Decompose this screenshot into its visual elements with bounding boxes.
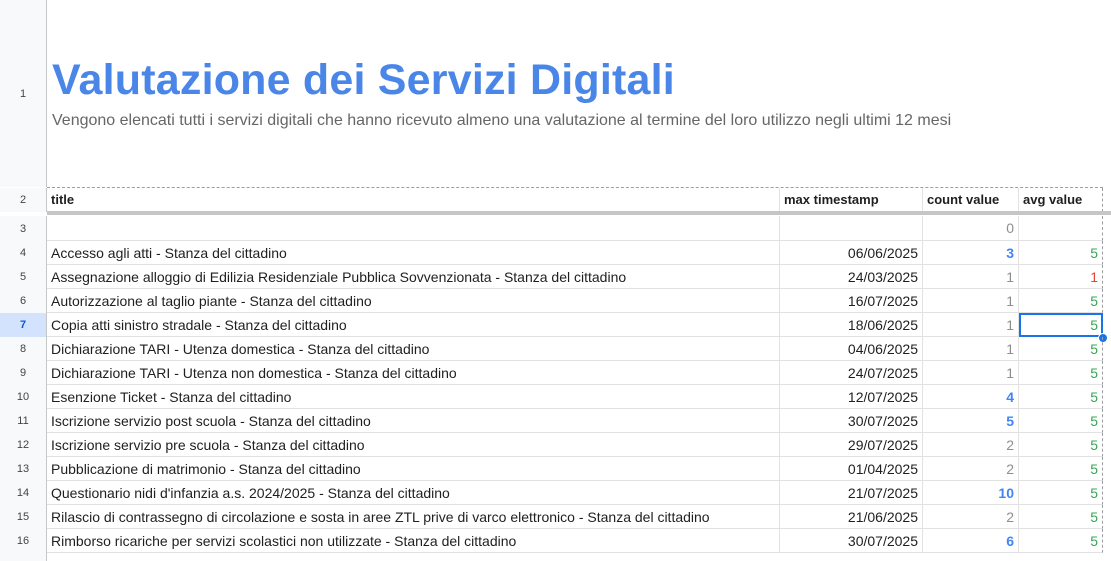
- row-header-12[interactable]: 12: [0, 433, 47, 457]
- cell-count[interactable]: 2: [923, 433, 1019, 457]
- title-cell[interactable]: Valutazione dei Servizi Digitali Vengono…: [47, 0, 1111, 187]
- table-row: 6 Autorizzazione al taglio piante - Stan…: [0, 289, 1111, 313]
- cell-timestamp[interactable]: 30/07/2025: [780, 529, 923, 553]
- cell-avg[interactable]: 5: [1019, 385, 1103, 409]
- cell-timestamp[interactable]: 21/07/2025: [780, 481, 923, 505]
- sheet-subtitle: Vengono elencati tutti i servizi digital…: [52, 112, 952, 129]
- cell-avg[interactable]: 5: [1019, 457, 1103, 481]
- cell-title[interactable]: Iscrizione servizio pre scuola - Stanza …: [47, 433, 780, 457]
- row-header-16[interactable]: 16: [0, 529, 47, 553]
- cell-title[interactable]: Rilascio di contrassegno di circolazione…: [47, 505, 780, 529]
- row-header-7[interactable]: 7: [0, 313, 47, 337]
- cell-timestamp[interactable]: 21/06/2025: [780, 505, 923, 529]
- row-header-next[interactable]: [0, 553, 47, 561]
- header-count-value[interactable]: count value: [923, 188, 1019, 212]
- cell-timestamp[interactable]: [780, 216, 923, 241]
- cell-count[interactable]: 6: [923, 529, 1019, 553]
- cell-avg[interactable]: 5: [1019, 337, 1103, 361]
- cell-count[interactable]: 1: [923, 289, 1019, 313]
- row-header-9[interactable]: 9: [0, 361, 47, 385]
- header-row: 2 title max timestamp count value avg va…: [0, 188, 1111, 212]
- header-max-timestamp[interactable]: max timestamp: [780, 188, 923, 212]
- table-row: 5 Assegnazione alloggio di Edilizia Resi…: [0, 265, 1111, 289]
- table-row: 14 Questionario nidi d'infanzia a.s. 202…: [0, 481, 1111, 505]
- cell-avg[interactable]: 5: [1019, 241, 1103, 265]
- cell-timestamp[interactable]: 04/06/2025: [780, 337, 923, 361]
- cell-title[interactable]: Dichiarazione TARI - Utenza non domestic…: [47, 361, 780, 385]
- spreadsheet-grid: 1 Valutazione dei Servizi Digitali Vengo…: [0, 0, 1111, 561]
- table-row: 15 Rilascio di contrassegno di circolazi…: [0, 505, 1111, 529]
- cell-title[interactable]: Esenzione Ticket - Stanza del cittadino: [47, 385, 780, 409]
- header-avg-value[interactable]: avg value: [1019, 188, 1103, 212]
- selected-cell-avg[interactable]: 5: [1019, 313, 1103, 337]
- cell-count[interactable]: 1: [923, 313, 1019, 337]
- table-row: 7 Copia atti sinistro stradale - Stanza …: [0, 313, 1111, 337]
- row-header-5[interactable]: 5: [0, 265, 47, 289]
- cell-title[interactable]: Assegnazione alloggio di Edilizia Reside…: [47, 265, 780, 289]
- cell-avg[interactable]: 5: [1019, 361, 1103, 385]
- cell-count[interactable]: 3: [923, 241, 1019, 265]
- cell-timestamp[interactable]: 30/07/2025: [780, 409, 923, 433]
- row-header-2[interactable]: 2: [0, 188, 47, 212]
- cell-avg[interactable]: 5: [1019, 481, 1103, 505]
- row-header-3[interactable]: 3: [0, 216, 47, 241]
- cell-timestamp[interactable]: 18/06/2025: [780, 313, 923, 337]
- cell-title[interactable]: Accesso agli atti - Stanza del cittadino: [47, 241, 780, 265]
- title-row: 1 Valutazione dei Servizi Digitali Vengo…: [0, 0, 1111, 187]
- cell-avg[interactable]: [1019, 216, 1103, 241]
- cell-avg[interactable]: 5: [1019, 433, 1103, 457]
- cell-timestamp[interactable]: 06/06/2025: [780, 241, 923, 265]
- cell-count[interactable]: 2: [923, 457, 1019, 481]
- cell-title[interactable]: Iscrizione servizio post scuola - Stanza…: [47, 409, 780, 433]
- table-row: 10 Esenzione Ticket - Stanza del cittadi…: [0, 385, 1111, 409]
- cell-count[interactable]: 2: [923, 505, 1019, 529]
- table-row: 12 Iscrizione servizio pre scuola - Stan…: [0, 433, 1111, 457]
- cell-count[interactable]: 1: [923, 337, 1019, 361]
- table-row: 11 Iscrizione servizio post scuola - Sta…: [0, 409, 1111, 433]
- table-row: 13 Pubblicazione di matrimonio - Stanza …: [0, 457, 1111, 481]
- cell-title[interactable]: Questionario nidi d'infanzia a.s. 2024/2…: [47, 481, 780, 505]
- header-title[interactable]: title: [47, 188, 780, 212]
- cell-timestamp[interactable]: 16/07/2025: [780, 289, 923, 313]
- cell-timestamp[interactable]: 01/04/2025: [780, 457, 923, 481]
- table-row: 9 Dichiarazione TARI - Utenza non domest…: [0, 361, 1111, 385]
- table-row: 4 Accesso agli atti - Stanza del cittadi…: [0, 241, 1111, 265]
- cell-avg[interactable]: 5: [1019, 409, 1103, 433]
- cell-title[interactable]: Pubblicazione di matrimonio - Stanza del…: [47, 457, 780, 481]
- sheet-title: Valutazione dei Servizi Digitali: [52, 56, 675, 104]
- cell-count[interactable]: 10: [923, 481, 1019, 505]
- cell-timestamp[interactable]: 24/07/2025: [780, 361, 923, 385]
- row-header-14[interactable]: 14: [0, 481, 47, 505]
- cell-avg[interactable]: 5: [1019, 505, 1103, 529]
- row-header-8[interactable]: 8: [0, 337, 47, 361]
- cell-timestamp[interactable]: 12/07/2025: [780, 385, 923, 409]
- cell-title[interactable]: Copia atti sinistro stradale - Stanza de…: [47, 313, 780, 337]
- row-header-13[interactable]: 13: [0, 457, 47, 481]
- cell-avg[interactable]: 5: [1019, 529, 1103, 553]
- cell-count[interactable]: 0: [923, 216, 1019, 241]
- cell-title[interactable]: Autorizzazione al taglio piante - Stanza…: [47, 289, 780, 313]
- freeze-divider[interactable]: [47, 211, 1111, 215]
- row-header-6[interactable]: 6: [0, 289, 47, 313]
- row-header-10[interactable]: 10: [0, 385, 47, 409]
- table-row: 8 Dichiarazione TARI - Utenza domestica …: [0, 337, 1111, 361]
- cell-avg[interactable]: 5: [1019, 289, 1103, 313]
- cell-timestamp[interactable]: 29/07/2025: [780, 433, 923, 457]
- table-row: 3 0: [0, 216, 1111, 241]
- cell-timestamp[interactable]: 24/03/2025: [780, 265, 923, 289]
- cell-title[interactable]: Dichiarazione TARI - Utenza domestica - …: [47, 337, 780, 361]
- table-row: 16 Rimborso ricariche per servizi scolas…: [0, 529, 1111, 553]
- row-header-4[interactable]: 4: [0, 241, 47, 265]
- cell-count[interactable]: 4: [923, 385, 1019, 409]
- cell-count[interactable]: 1: [923, 361, 1019, 385]
- row-header-1[interactable]: 1: [0, 0, 47, 187]
- row-header-15[interactable]: 15: [0, 505, 47, 529]
- partial-row: [0, 553, 1111, 561]
- cell-avg[interactable]: 1: [1019, 265, 1103, 289]
- cell-count[interactable]: 1: [923, 265, 1019, 289]
- cell-title[interactable]: [47, 216, 780, 241]
- cell-count[interactable]: 5: [923, 409, 1019, 433]
- row-header-11[interactable]: 11: [0, 409, 47, 433]
- cell-title[interactable]: Rimborso ricariche per servizi scolastic…: [47, 529, 780, 553]
